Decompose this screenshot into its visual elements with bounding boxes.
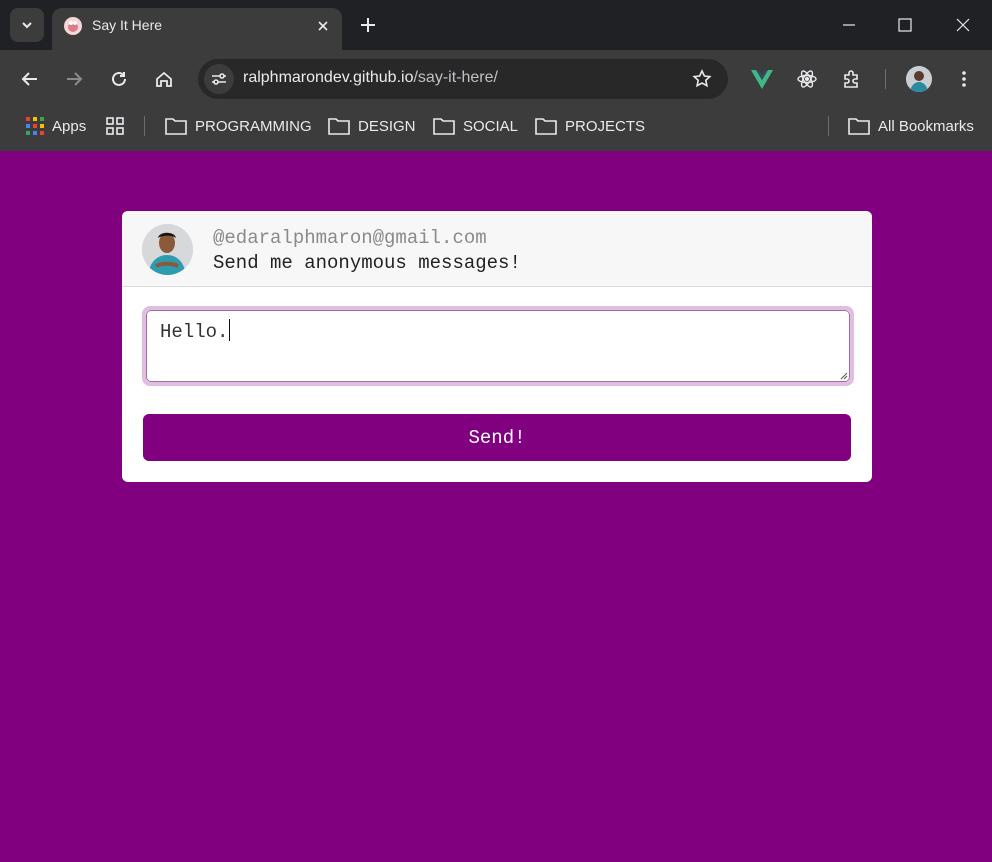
bookmark-folder-design[interactable]: DESIGN bbox=[328, 114, 416, 138]
folder-icon bbox=[848, 118, 870, 135]
bookmark-label: Apps bbox=[52, 117, 87, 135]
send-button[interactable]: Send! bbox=[143, 414, 851, 461]
message-textarea-border bbox=[146, 310, 850, 382]
maximize-button[interactable] bbox=[882, 6, 928, 44]
close-icon bbox=[956, 18, 970, 32]
profile-avatar[interactable] bbox=[906, 66, 932, 92]
profile-photo bbox=[142, 224, 193, 275]
bookmark-label: DESIGN bbox=[358, 117, 416, 135]
toolbar-divider bbox=[885, 69, 886, 89]
bookmark-apps[interactable]: Apps bbox=[26, 114, 86, 138]
folder-icon bbox=[535, 118, 557, 135]
maximize-icon bbox=[898, 18, 912, 32]
bookmark-star-icon[interactable] bbox=[690, 67, 714, 91]
resize-grip-icon[interactable] bbox=[838, 370, 848, 380]
bookmark-label: SOCIAL bbox=[463, 117, 519, 135]
browser-chrome: Say It Here ralphmarondev.github.io/say-… bbox=[0, 0, 992, 151]
tab-close-icon[interactable] bbox=[312, 15, 334, 37]
bookmark-folder-programming[interactable]: PROGRAMMING bbox=[165, 114, 312, 138]
message-card: @edaralphmaron@gmail.com Send me anonymo… bbox=[122, 211, 872, 482]
url-text[interactable]: ralphmarondev.github.io/say-it-here/ bbox=[243, 69, 498, 87]
bookmark-label: PROJECTS bbox=[565, 117, 646, 135]
profile-tagline: Send me anonymous messages! bbox=[213, 252, 521, 274]
vue-extension-icon[interactable] bbox=[748, 65, 776, 93]
tab-favicon-icon bbox=[64, 17, 82, 35]
react-extension-icon[interactable] bbox=[793, 65, 821, 93]
profile-email: @edaralphmaron@gmail.com bbox=[213, 227, 487, 249]
reload-button[interactable] bbox=[103, 63, 135, 95]
home-icon bbox=[156, 71, 172, 87]
arrow-left-icon bbox=[21, 72, 37, 86]
minimize-icon bbox=[843, 24, 855, 26]
back-button[interactable] bbox=[14, 63, 46, 95]
tab-active[interactable]: Say It Here bbox=[52, 8, 342, 50]
reload-icon bbox=[112, 71, 126, 86]
folder-icon bbox=[433, 118, 455, 135]
chevron-down-icon bbox=[22, 22, 32, 29]
bookmark-folder-projects[interactable]: PROJECTS bbox=[535, 114, 645, 138]
tab-groups-icon bbox=[106, 117, 124, 135]
message-textarea-value: Hello. bbox=[160, 319, 231, 343]
menu-kebab-icon[interactable] bbox=[950, 65, 978, 93]
text-caret bbox=[229, 319, 231, 341]
tab-title: Say It Here bbox=[92, 17, 163, 33]
address-bar[interactable]: ralphmarondev.github.io/say-it-here/ bbox=[198, 59, 728, 99]
home-button[interactable] bbox=[148, 63, 180, 95]
bookmarks-divider bbox=[144, 116, 145, 136]
tab-groups-button[interactable] bbox=[106, 114, 124, 138]
minimize-button[interactable] bbox=[826, 6, 872, 44]
folder-icon bbox=[165, 118, 187, 135]
forward-button[interactable] bbox=[58, 63, 90, 95]
url-path: /say-it-here/ bbox=[413, 69, 498, 86]
all-bookmarks-label: All Bookmarks bbox=[878, 117, 974, 135]
folder-icon bbox=[328, 118, 350, 135]
bookmarks-divider-right bbox=[828, 116, 829, 136]
tab-strip: Say It Here bbox=[0, 0, 992, 50]
apps-grid-icon bbox=[26, 117, 44, 135]
url-host: ralphmarondev.github.io bbox=[243, 69, 414, 86]
new-tab-button[interactable] bbox=[354, 11, 382, 39]
extensions-puzzle-icon[interactable] bbox=[838, 65, 866, 93]
close-window-button[interactable] bbox=[940, 6, 986, 44]
tab-search-button[interactable] bbox=[10, 8, 44, 42]
bookmark-label: PROGRAMMING bbox=[195, 117, 312, 135]
site-info-icon[interactable] bbox=[204, 64, 234, 94]
card-header: @edaralphmaron@gmail.com Send me anonymo… bbox=[122, 211, 872, 287]
plus-icon bbox=[361, 18, 375, 32]
arrow-right-icon bbox=[67, 72, 83, 86]
message-textarea[interactable]: Hello. bbox=[142, 306, 854, 386]
all-bookmarks-button[interactable]: All Bookmarks bbox=[848, 114, 974, 138]
bookmark-folder-social[interactable]: SOCIAL bbox=[433, 114, 518, 138]
